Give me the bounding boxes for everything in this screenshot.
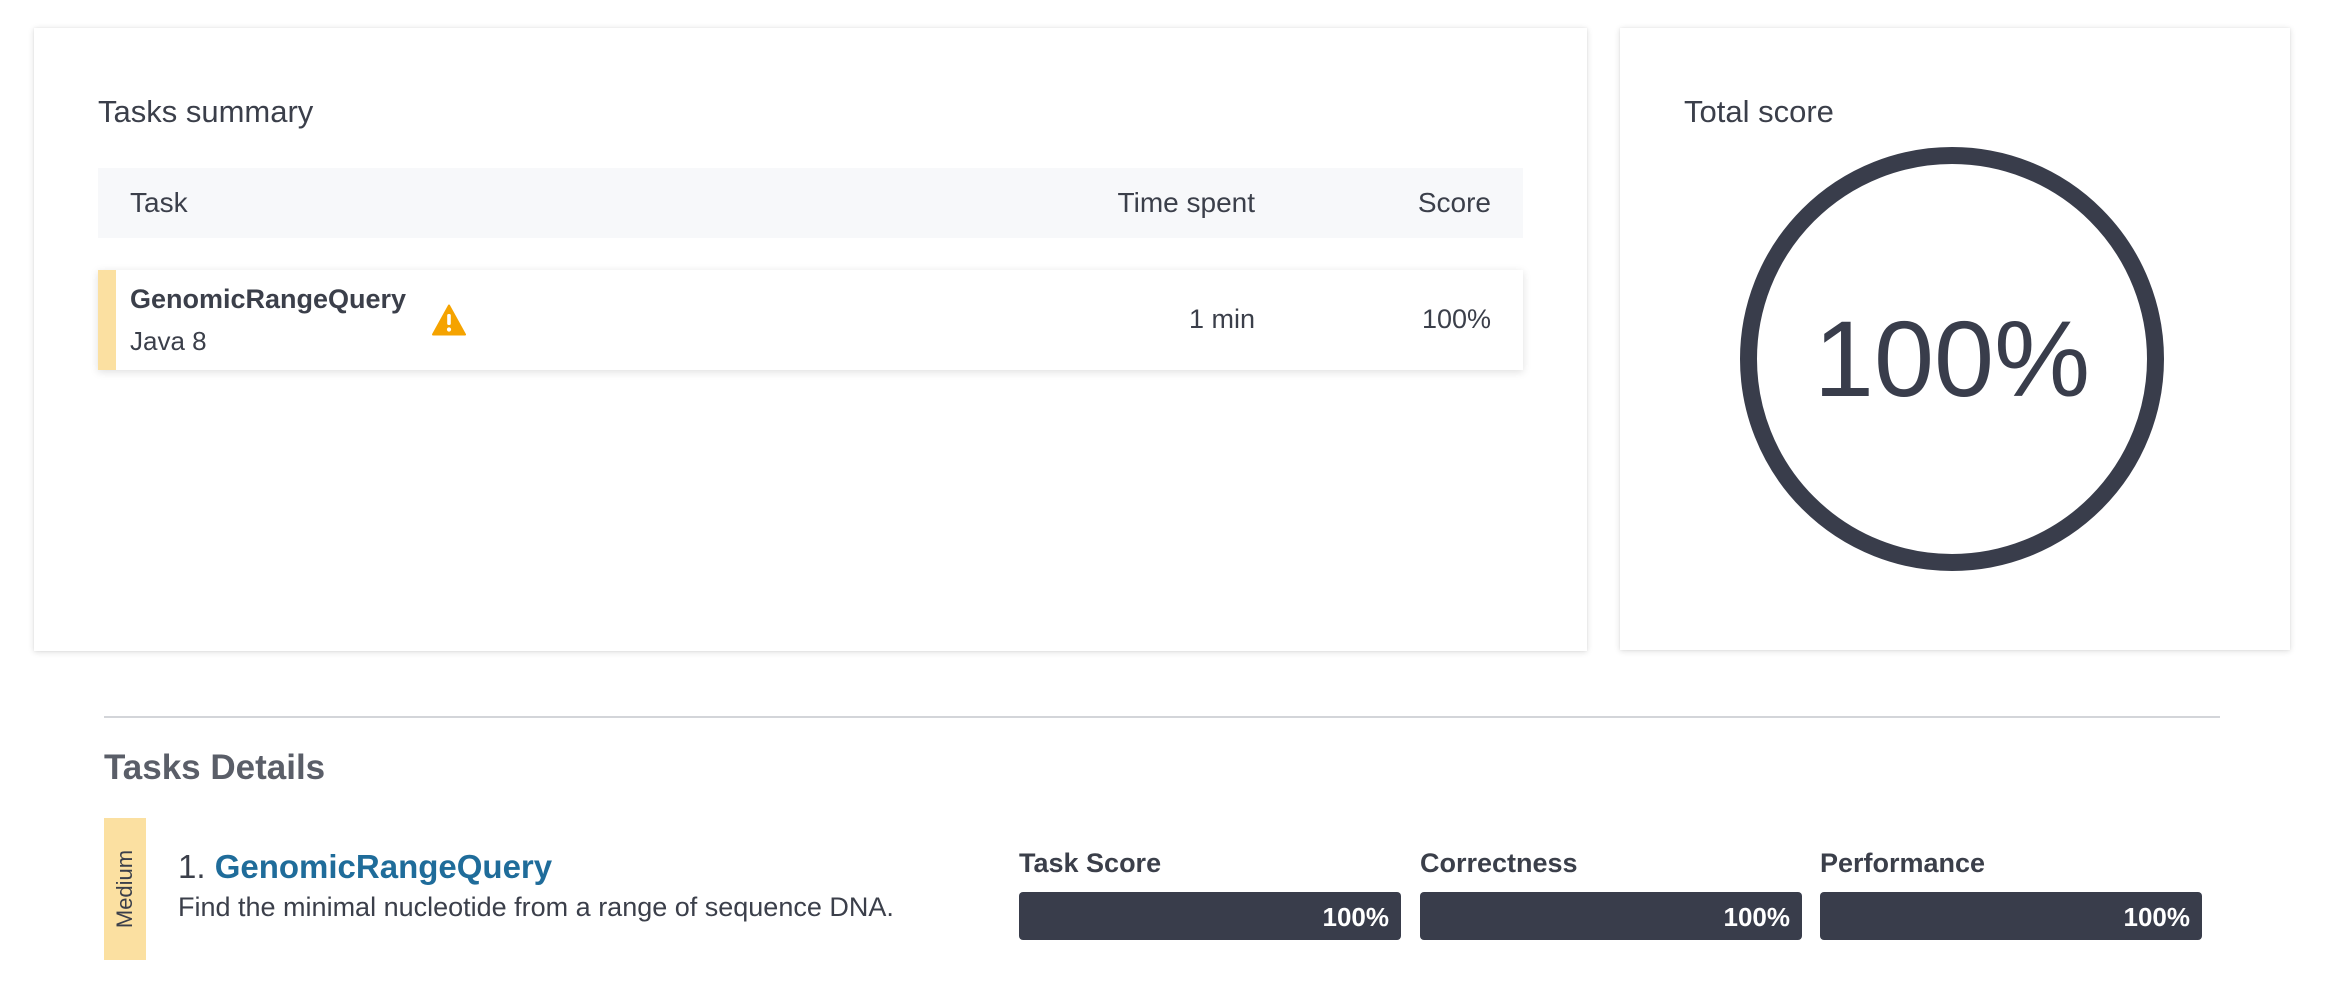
total-score-card: Total score 100% (1620, 28, 2290, 650)
metric-value: 100% (1322, 902, 1390, 932)
metric-value: 100% (2123, 902, 2191, 932)
progress-bar: 100% (1420, 892, 1802, 940)
metric-label: Performance (1820, 848, 1986, 878)
metric-task-score: Task Score 100% (1019, 848, 1401, 940)
task-detail-link[interactable]: GenomicRangeQuery (215, 848, 552, 885)
metric-label: Task Score (1019, 848, 1162, 878)
task-time-spent: 1 min (1188, 304, 1255, 334)
task-detail-title: 1. GenomicRangeQuery (178, 848, 552, 886)
tasks-summary-card: Tasks summary Task Time spent Score Geno… (34, 28, 1587, 651)
progress-bar: 100% (1820, 892, 2202, 940)
difficulty-stripe (98, 270, 116, 370)
metric-value: 100% (1723, 902, 1791, 932)
difficulty-label: Medium (112, 849, 137, 929)
section-divider (104, 716, 2220, 718)
tasks-details-title: Tasks Details (104, 748, 326, 787)
column-header-task: Task (130, 187, 188, 218)
difficulty-badge: Medium (104, 818, 146, 960)
metric-correctness: Correctness 100% (1420, 848, 1802, 940)
tasks-table-header: Task Time spent Score (98, 168, 1523, 238)
progress-bar: 100% (1019, 892, 1401, 940)
task-language: Java 8 (130, 326, 207, 356)
metric-label: Correctness (1420, 848, 1578, 878)
table-row[interactable]: GenomicRangeQuery Java 8 1 min 100% (98, 270, 1523, 370)
warning-icon[interactable] (432, 304, 466, 336)
task-score: 100% (1421, 304, 1491, 334)
total-score-title: Total score (1684, 94, 1834, 129)
column-header-time-spent: Time spent (1117, 187, 1255, 218)
task-number: 1. (178, 848, 206, 885)
total-score-value: 100% (1813, 298, 2091, 419)
column-header-score: Score (1417, 187, 1491, 218)
task-description: Find the minimal nucleotide from a range… (178, 892, 894, 922)
total-score-ring: 100% (1740, 147, 2164, 571)
tasks-summary-title: Tasks summary (98, 94, 314, 129)
task-name: GenomicRangeQuery (130, 284, 407, 314)
metric-performance: Performance 100% (1820, 848, 2202, 940)
